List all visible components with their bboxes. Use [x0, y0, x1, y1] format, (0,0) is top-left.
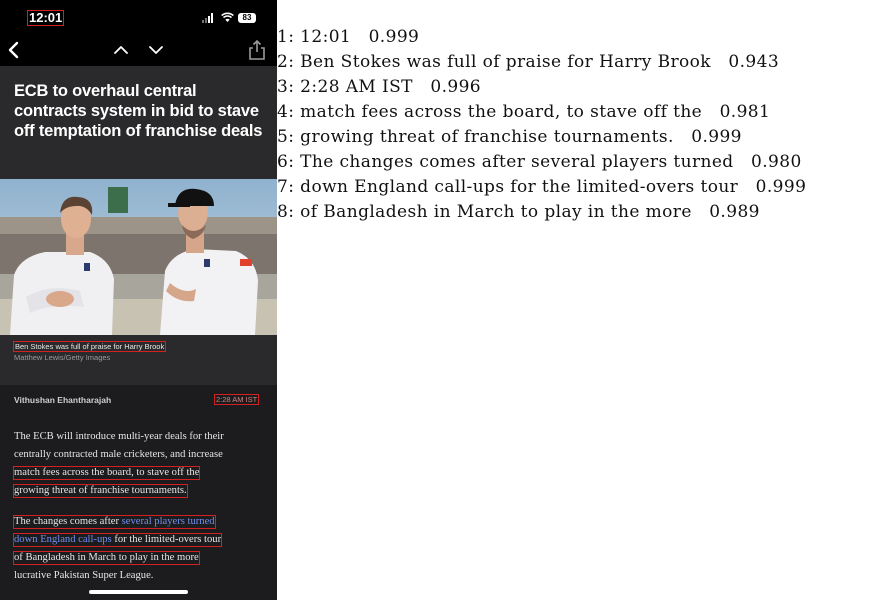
ocr-result-score: 0.980 — [751, 152, 802, 172]
ocr-result-index: 7 — [277, 177, 289, 197]
author-name[interactable]: Vithushan Ehantharajah — [14, 395, 111, 405]
ocr-result-text: 2:28 AM IST — [300, 77, 413, 97]
article-paragraph: The ECB will introduce multi-year deals … — [12, 428, 270, 500]
ocr-result-row: 6: The changes comes after several playe… — [277, 151, 877, 176]
ocr-result-index: 4 — [277, 102, 289, 122]
ocr-result-score: 0.981 — [719, 102, 771, 122]
paragraph-line: growing threat of franchise tournaments. — [13, 484, 188, 498]
ocr-result-separator: : — [288, 127, 301, 147]
ocr-result-separator: : — [288, 152, 301, 172]
ocr-result-gap — [734, 152, 751, 172]
ocr-result-row: 1: 12:01 0.999 — [277, 26, 877, 51]
ocr-result-text: of Bangladesh in March to play in the mo… — [300, 202, 692, 222]
ocr-result-gap — [711, 52, 728, 72]
photo-caption: Ben Stokes was full of praise for Harry … — [12, 341, 167, 352]
ocr-result-row: 7: down England call-ups for the limited… — [277, 176, 877, 201]
ocr-result-score: 0.999 — [691, 127, 742, 147]
players-turned-down-link[interactable]: several players turned — [122, 516, 215, 528]
ocr-result-index: 8 — [277, 202, 289, 222]
status-bar: 12:01 83 — [0, 0, 277, 36]
ocr-result-separator: : — [288, 52, 301, 72]
england-callups-link[interactable]: down England call-ups — [14, 534, 112, 546]
ocr-result-row: 3: 2:28 AM IST 0.996 — [277, 76, 877, 101]
ocr-result-score: 0.943 — [728, 52, 780, 72]
ocr-result-text: match fees across the board, to stave of… — [300, 102, 703, 122]
phone-screenshot: 12:01 83 ECB to overhaul central contrac… — [0, 0, 277, 600]
paragraph-text: The changes comes after — [14, 516, 122, 527]
ocr-result-gap — [674, 127, 691, 147]
ocr-result-index: 5 — [277, 127, 289, 147]
down-chevron-icon[interactable] — [145, 39, 167, 61]
ocr-result-separator: : — [288, 202, 301, 222]
ocr-result-gap — [738, 177, 755, 197]
publish-timestamp: 2:28 AM IST — [213, 394, 260, 405]
ocr-result-index: 1 — [277, 27, 289, 47]
ocr-result-gap — [351, 27, 368, 47]
battery-icon: 83 — [238, 13, 256, 23]
ocr-result-separator: : — [288, 27, 301, 47]
ocr-result-row: 5: growing threat of franchise tournamen… — [277, 126, 877, 151]
ocr-result-separator: : — [288, 77, 301, 97]
ocr-result-index: 6 — [277, 152, 289, 172]
ocr-result-text: Ben Stokes was full of praise for Harry … — [300, 52, 711, 72]
paragraph-line: The changes comes after several players … — [13, 515, 216, 529]
ocr-result-text: growing threat of franchise tournaments. — [300, 127, 674, 147]
paragraph-line: down England call-ups for the limited-ov… — [12, 533, 223, 547]
ocr-result-text: 12:01 — [300, 27, 352, 47]
paragraph-line: match fees across the board, to stave of… — [12, 466, 201, 480]
status-time: 12:01 — [26, 10, 65, 26]
photo-credit: Matthew Lewis/Getty Images — [14, 353, 111, 362]
share-icon[interactable] — [246, 39, 268, 61]
article-headline: ECB to overhaul central contracts system… — [14, 82, 263, 140]
ocr-result-index: 3 — [277, 77, 289, 97]
ocr-result-gap — [692, 202, 709, 222]
ocr-result-score: 0.999 — [368, 27, 420, 47]
up-chevron-icon[interactable] — [110, 39, 132, 61]
ocr-result-score: 0.989 — [709, 202, 760, 222]
article-photo — [0, 179, 277, 335]
paragraph-line: lucrative Pakistan Super League. — [14, 570, 154, 581]
home-indicator[interactable] — [89, 590, 188, 594]
ocr-result-score: 0.999 — [755, 177, 807, 197]
paragraph-line: The ECB will introduce multi-year deals … — [14, 431, 224, 442]
back-chevron-icon[interactable] — [4, 39, 26, 61]
article-nav-bar — [0, 36, 277, 66]
ocr-result-text: The changes comes after several players … — [300, 152, 734, 172]
signal-icon — [202, 13, 216, 23]
ocr-result-separator: : — [288, 177, 301, 197]
paragraph-line: of Bangladesh in March to play in the mo… — [13, 551, 200, 565]
ocr-result-row: 2: Ben Stokes was full of praise for Har… — [277, 51, 877, 76]
caption-area: Ben Stokes was full of praise for Harry … — [0, 335, 277, 385]
ocr-result-separator: : — [288, 102, 301, 122]
ocr-result-gap — [413, 77, 430, 97]
ocr-results-list: 1: 12:01 0.999 2: Ben Stokes was full of … — [277, 26, 877, 226]
ocr-result-row: 8: of Bangladesh in March to play in the… — [277, 201, 877, 226]
wifi-icon — [221, 12, 234, 22]
headline-area: ECB to overhaul central contracts system… — [0, 66, 277, 179]
paragraph-text: for the limited-overs tour — [111, 534, 222, 545]
ocr-result-index: 2 — [277, 52, 289, 72]
article-paragraph: The changes comes after several players … — [12, 513, 270, 585]
paragraph-line: centrally contracted male cricketers, an… — [14, 449, 223, 460]
ocr-result-gap — [702, 102, 719, 122]
ocr-result-score: 0.996 — [430, 77, 482, 97]
ocr-result-row: 4: match fees across the board, to stave… — [277, 101, 877, 126]
ocr-result-text: down England call-ups for the limited-ov… — [300, 177, 739, 197]
